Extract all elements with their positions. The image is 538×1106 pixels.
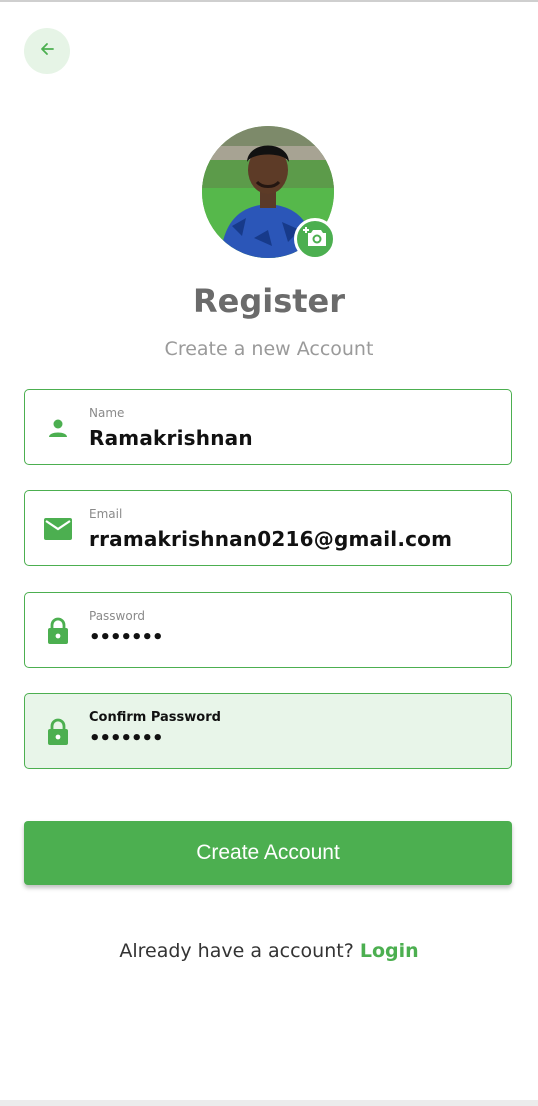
confirm-password-field[interactable]: Confirm Password ••••••• <box>24 693 512 769</box>
name-value: Ramakrishnan <box>89 426 253 450</box>
page-title: Register <box>192 282 346 320</box>
name-label: Name <box>89 406 125 420</box>
login-prompt: Already have a account? Login <box>0 940 538 962</box>
lock-icon <box>44 718 72 746</box>
back-button[interactable] <box>24 28 70 74</box>
mail-icon <box>44 515 72 543</box>
profile-photo[interactable] <box>202 126 336 260</box>
status-divider <box>0 0 538 2</box>
arrow-left-icon <box>39 41 55 61</box>
login-link[interactable]: Login <box>360 940 419 962</box>
nav-divider <box>0 1100 538 1106</box>
person-icon <box>44 414 72 442</box>
password-label: Password <box>89 609 146 623</box>
login-prompt-text: Already have a account? <box>119 940 360 962</box>
create-account-button[interactable]: Create Account <box>24 821 512 885</box>
add-photo-icon <box>302 225 328 253</box>
email-value: rramakrishnan0216@gmail.com <box>89 527 453 551</box>
confirm-password-label: Confirm Password <box>89 710 221 725</box>
lock-icon <box>44 617 72 645</box>
page-subtitle: Create a new Account <box>164 338 374 360</box>
confirm-password-value: ••••••• <box>89 728 164 749</box>
password-field[interactable]: Password ••••••• <box>24 592 512 668</box>
password-value: ••••••• <box>89 627 164 648</box>
email-label: Email <box>89 507 123 521</box>
change-photo-button[interactable] <box>294 218 336 260</box>
name-field[interactable]: Name Ramakrishnan <box>24 389 512 465</box>
email-field[interactable]: Email rramakrishnan0216@gmail.com <box>24 490 512 566</box>
